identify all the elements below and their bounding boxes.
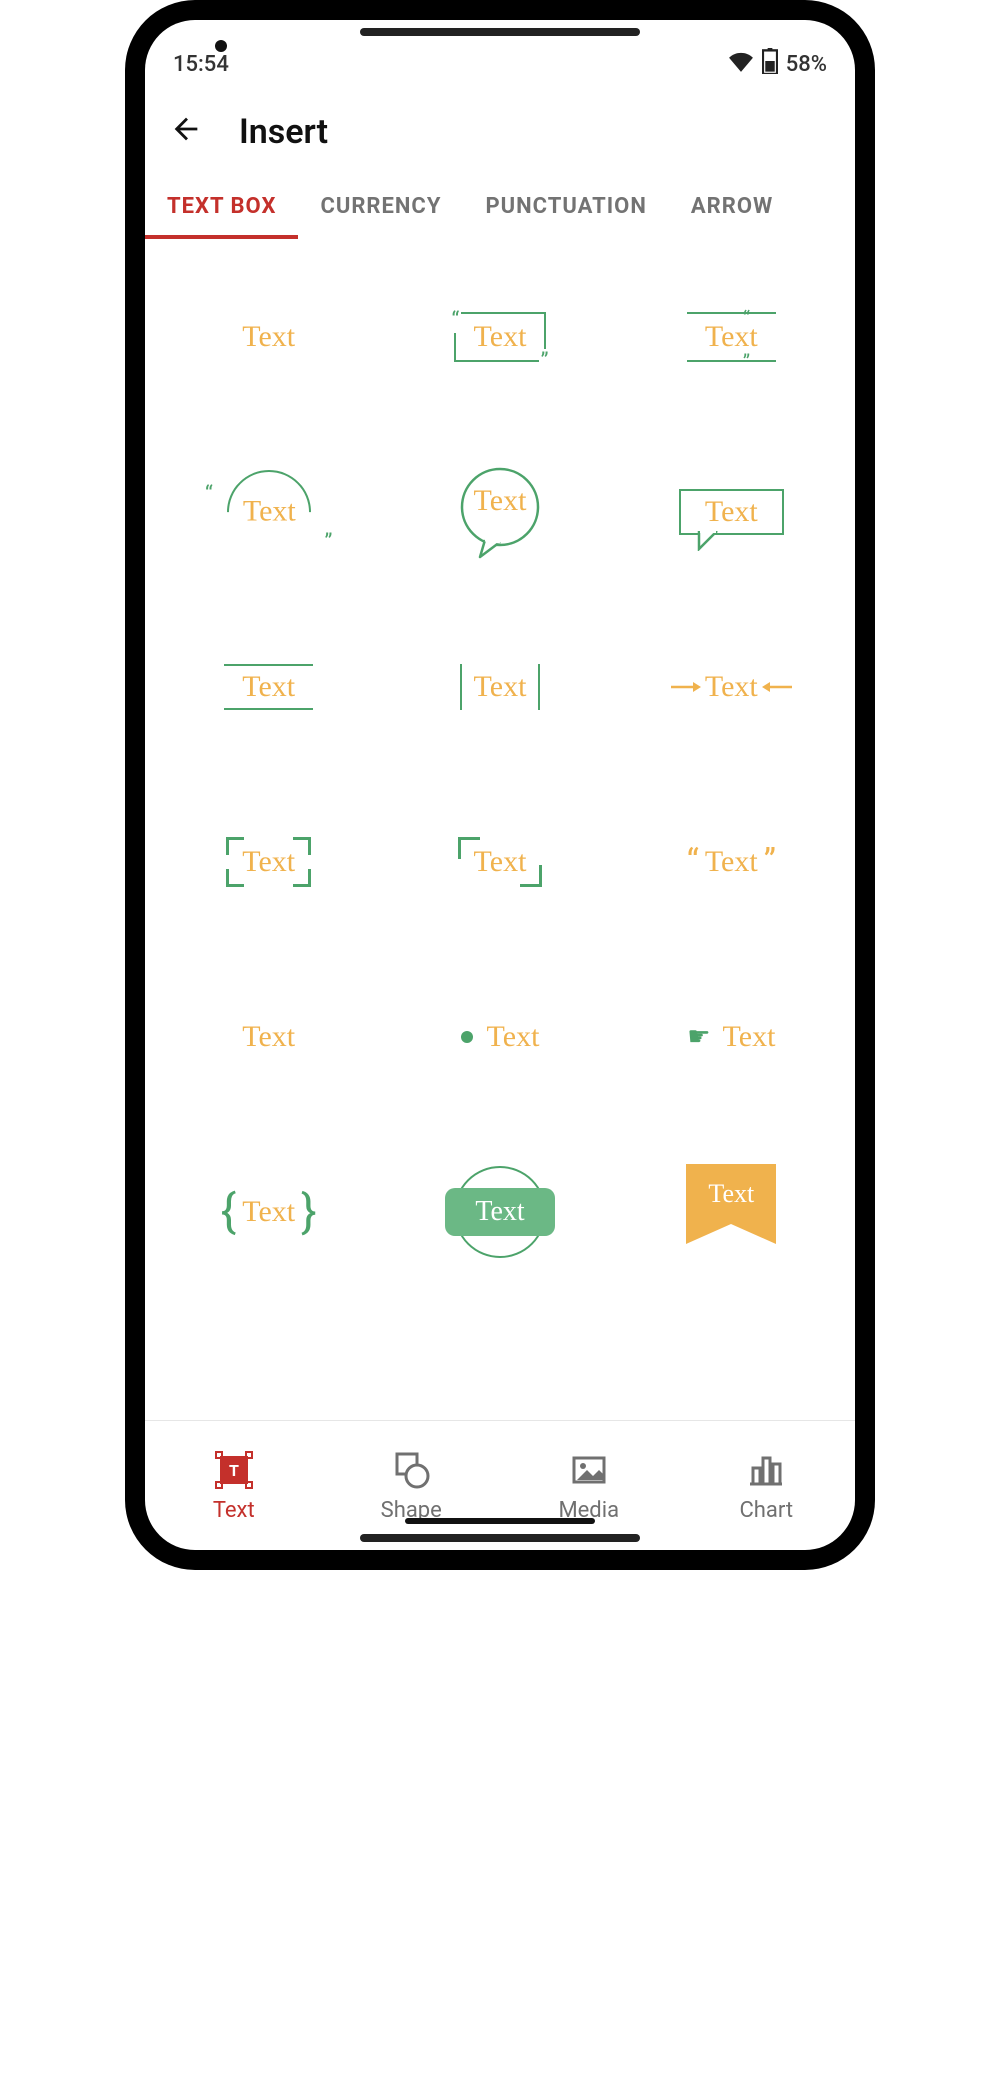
style-label: Text (474, 484, 527, 518)
style-hand-pointer[interactable]: ☛ Text (616, 949, 847, 1124)
style-speech-circle[interactable]: Text (384, 424, 615, 599)
style-label: Text (708, 1179, 754, 1209)
corner-br-icon (520, 865, 542, 887)
nav-media[interactable]: Media (500, 1421, 678, 1550)
corner-tl-icon (226, 837, 244, 855)
style-side-rules[interactable]: Text (384, 599, 615, 774)
corner-tr-icon (293, 837, 311, 855)
screen: 15:54 58% Insert TEXT BOX CURRENCY PUNCT… (145, 20, 855, 1550)
corner-bl-icon (226, 869, 244, 887)
quote-open-icon: “ (205, 482, 213, 507)
device-frame: 15:54 58% Insert TEXT BOX CURRENCY PUNCT… (125, 0, 875, 1570)
arrow-right-icon (762, 680, 792, 694)
camera-icon (215, 40, 227, 52)
quote-open-icon: “ (743, 306, 750, 330)
style-ribbon[interactable]: Text (616, 1124, 847, 1299)
titlebar: Insert (145, 88, 855, 176)
style-rect-quotes[interactable]: “ Text ” (384, 249, 615, 424)
style-top-bottom-rule[interactable]: Text (153, 599, 384, 774)
nav-chart[interactable]: Chart (678, 1421, 856, 1550)
speech-tail-icon (697, 531, 721, 551)
bottom-nav: T Text Shape Media Chart (145, 1420, 855, 1550)
style-label: Text (242, 1020, 295, 1054)
corner-tl-icon (458, 837, 480, 859)
style-curly-braces[interactable]: { Text } (153, 1124, 384, 1299)
quote-close-icon: ” (764, 845, 776, 879)
chart-nav-icon (746, 1448, 786, 1492)
nav-label: Chart (739, 1498, 793, 1523)
pointer-hand-icon: ☛ (687, 1022, 710, 1052)
quote-open-icon: “ (450, 308, 462, 333)
nav-label: Text (213, 1498, 255, 1523)
brace-open-icon: { (221, 1189, 237, 1235)
pill-label: Text (445, 1188, 554, 1236)
brace-close-icon: } (301, 1189, 317, 1235)
textbox-grid: Text “ Text ” “ Text ” (145, 239, 855, 1420)
style-label: Text (705, 495, 758, 528)
style-plain[interactable]: Text (153, 249, 384, 424)
quote-close-icon: ” (743, 350, 750, 374)
battery-icon (762, 48, 778, 80)
back-icon[interactable] (169, 112, 203, 152)
style-corners-tl-br[interactable]: Text (384, 774, 615, 949)
style-double-quotes[interactable]: “ Text ” (616, 774, 847, 949)
shape-nav-icon (391, 1448, 431, 1492)
svg-text:T: T (229, 1461, 239, 1480)
style-label: Text (474, 320, 527, 353)
quote-open-icon: “ (687, 845, 699, 879)
quote-close-icon: ” (539, 349, 551, 374)
style-label: Text (242, 1195, 295, 1229)
text-nav-icon: T (214, 1448, 254, 1492)
style-bullet[interactable]: Text (384, 949, 615, 1124)
quote-close-icon: ” (324, 530, 332, 555)
style-label: Text (474, 845, 527, 878)
style-rules-quotes[interactable]: “ Text ” (616, 249, 847, 424)
page-title: Insert (239, 112, 328, 152)
tab-punctuation[interactable]: PUNCTUATION (463, 176, 668, 239)
tab-arrow[interactable]: ARROW (669, 176, 795, 239)
speaker-icon (360, 28, 640, 36)
status-time: 15:54 (173, 52, 229, 77)
style-label: Text (242, 670, 295, 703)
style-label: Text (487, 1020, 540, 1054)
wifi-icon (728, 50, 754, 78)
style-label: Text (705, 845, 758, 879)
style-circle-quotes[interactable]: Text “ ” (153, 424, 384, 599)
nav-shape[interactable]: Shape (323, 1421, 501, 1550)
category-tabs: TEXT BOX CURRENCY PUNCTUATION ARROW (145, 176, 855, 239)
bullet-icon (461, 1031, 473, 1043)
style-plain-2[interactable]: Text (153, 949, 384, 1124)
home-indicator-icon (405, 1518, 595, 1524)
style-arrow-rules[interactable]: Text (616, 599, 847, 774)
style-pill-circle[interactable]: Text (384, 1124, 615, 1299)
corner-br-icon (293, 869, 311, 887)
speaker-icon (360, 1534, 640, 1542)
arrow-left-icon (671, 680, 701, 694)
style-label: Text (705, 670, 758, 704)
style-label: Text (242, 495, 295, 529)
style-label: Text (474, 670, 527, 703)
style-speech-rect[interactable]: Text (616, 424, 847, 599)
status-battery-pct: 58% (786, 52, 827, 77)
tab-text-box[interactable]: TEXT BOX (145, 176, 298, 239)
media-nav-icon (569, 1448, 609, 1492)
nav-text[interactable]: T Text (145, 1421, 323, 1550)
style-label: Text (242, 845, 295, 878)
style-label: Text (242, 320, 295, 354)
tab-currency[interactable]: CURRENCY (298, 176, 463, 239)
style-brackets-corners[interactable]: Text (153, 774, 384, 949)
style-label: Text (723, 1020, 776, 1054)
